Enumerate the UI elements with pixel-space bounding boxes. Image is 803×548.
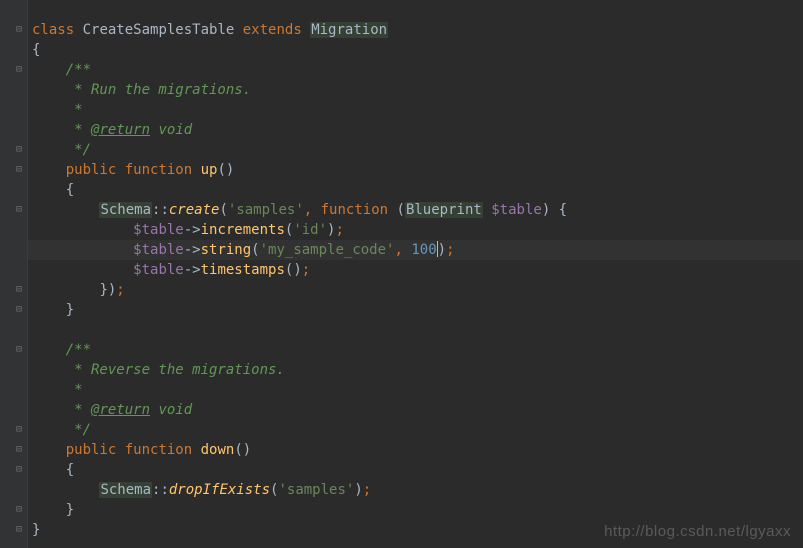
gutter: ⊟ ⊟ ⊟ ⊟ ⊟ ⊟ ⊟ ⊟ ⊟ ⊟ ⊟ ⊟ ⊟	[0, 0, 28, 548]
code-line	[28, 320, 803, 340]
code-line: $table->increments('id');	[28, 220, 803, 240]
code-line: {	[28, 180, 803, 200]
fold-icon[interactable]: ⊟	[16, 285, 25, 294]
fold-icon[interactable]: ⊟	[16, 525, 25, 534]
code-line: * Reverse the migrations.	[28, 360, 803, 380]
fold-icon[interactable]: ⊟	[16, 205, 25, 214]
code-line: });	[28, 280, 803, 300]
fold-icon[interactable]: ⊟	[16, 465, 25, 474]
code-line: * @return void	[28, 120, 803, 140]
code-line: */	[28, 420, 803, 440]
fold-icon[interactable]: ⊟	[16, 305, 25, 314]
code-line: /**	[28, 60, 803, 80]
fold-icon[interactable]: ⊟	[16, 445, 25, 454]
code-line: */	[28, 140, 803, 160]
code-line: public function up()	[28, 160, 803, 180]
code-line: public function down()	[28, 440, 803, 460]
fold-icon[interactable]: ⊟	[16, 505, 25, 514]
code-line: *	[28, 100, 803, 120]
fold-icon[interactable]: ⊟	[16, 165, 25, 174]
code-line: class CreateSamplesTable extends Migrati…	[28, 20, 803, 40]
code-line: * Run the migrations.	[28, 80, 803, 100]
code-line: }	[28, 500, 803, 520]
code-line: {	[28, 40, 803, 60]
fold-icon[interactable]: ⊟	[16, 25, 25, 34]
watermark: http://blog.csdn.net/lgyaxx	[604, 523, 791, 540]
code-line: *	[28, 380, 803, 400]
code-line: {	[28, 460, 803, 480]
code-editor[interactable]: ⊟ ⊟ ⊟ ⊟ ⊟ ⊟ ⊟ ⊟ ⊟ ⊟ ⊟ ⊟ ⊟ class CreateSa…	[0, 0, 803, 548]
fold-icon[interactable]: ⊟	[16, 145, 25, 154]
code-line: }	[28, 300, 803, 320]
code-line: * @return void	[28, 400, 803, 420]
code-line-current: $table->string('my_sample_code', 100);	[28, 240, 803, 260]
code-line: Schema::dropIfExists('samples');	[28, 480, 803, 500]
fold-icon[interactable]: ⊟	[16, 345, 25, 354]
fold-icon[interactable]: ⊟	[16, 425, 25, 434]
caret-icon	[437, 241, 438, 257]
fold-icon[interactable]: ⊟	[16, 65, 25, 74]
code-line: Schema::create('samples', function (Blue…	[28, 200, 803, 220]
code-line	[28, 0, 803, 20]
code-area[interactable]: class CreateSamplesTable extends Migrati…	[28, 0, 803, 548]
code-line: /**	[28, 340, 803, 360]
code-line: $table->timestamps();	[28, 260, 803, 280]
